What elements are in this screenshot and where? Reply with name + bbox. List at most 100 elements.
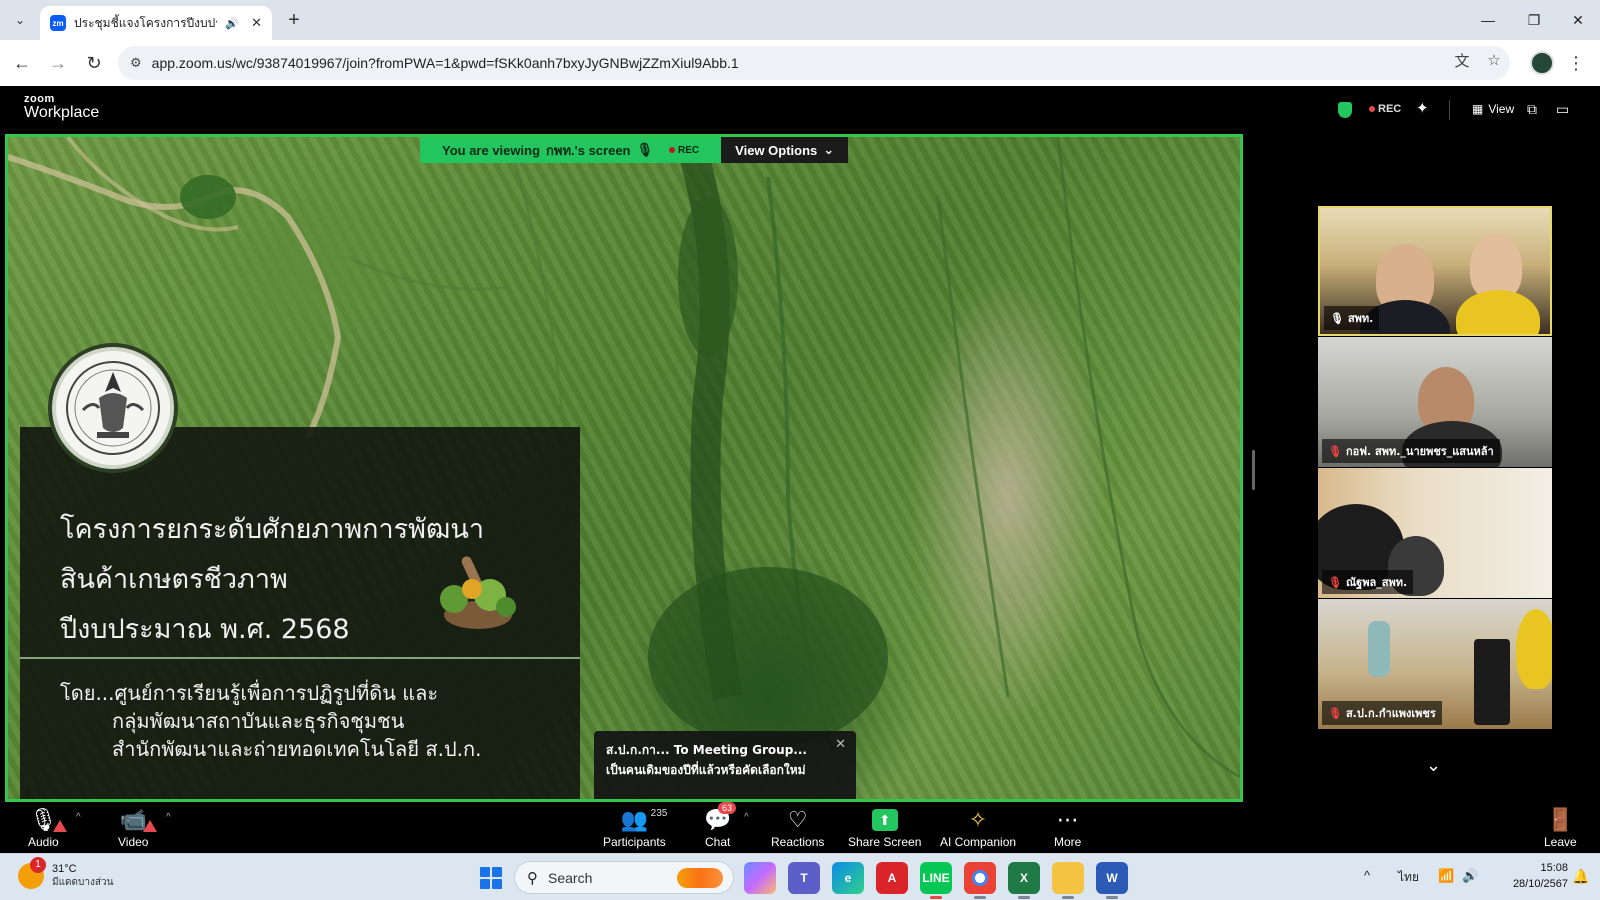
microphone-icon: 🎙: [29, 806, 68, 834]
panel-resize-handle[interactable]: [1252, 450, 1255, 490]
reload-icon[interactable]: ↻: [82, 51, 106, 75]
participants-count: 235: [650, 808, 668, 819]
site-settings-icon[interactable]: ⚙: [130, 55, 142, 71]
recording-indicator[interactable]: REC: [1369, 103, 1401, 115]
more-button[interactable]: ⋯ More: [1054, 806, 1081, 849]
reactions-label: Reactions: [771, 835, 825, 849]
input-language-indicator[interactable]: ไทย: [1398, 868, 1419, 887]
windows-start-icon[interactable]: [480, 867, 502, 889]
restore-icon[interactable]: ❐: [1514, 6, 1554, 34]
rec-dot-icon: [1369, 106, 1375, 113]
chat-notification-close-icon[interactable]: ✕: [835, 737, 846, 752]
chat-options-caret-icon[interactable]: ^: [744, 812, 749, 823]
meeting-toolbar: 🎙 Audio ^ 📹 Video ^ 👥 235 Participants 💬 6…: [0, 802, 1600, 853]
minimize-icon[interactable]: —: [1468, 6, 1508, 34]
participant-name-tag: 🎙 สพท.: [1324, 306, 1380, 330]
slide-title-line-3: ปีงบประมาณ พ.ศ. 2568: [60, 614, 350, 645]
ai-companion-button[interactable]: ✧ AI Companion: [940, 806, 1016, 849]
participant-tile[interactable]: 🎙 สพท.: [1318, 206, 1552, 336]
tab-close-icon[interactable]: ✕: [251, 15, 262, 31]
forward-arrow-icon[interactable]: →: [46, 51, 70, 75]
url-text[interactable]: app.zoom.us/wc/93874019967/join?fromPWA=…: [152, 55, 739, 71]
profile-avatar[interactable]: [1530, 51, 1554, 75]
bookmark-star-icon[interactable]: ☆: [1480, 46, 1508, 74]
tab-title: ประชุมชี้แจงโครงการปีงบประมาณ: [74, 15, 217, 30]
participant-tile[interactable]: 🎙 ณัฐพล_สพท.: [1318, 468, 1552, 598]
security-shield-icon[interactable]: [1338, 102, 1352, 118]
weather-sun-icon: 1: [18, 856, 46, 889]
video-options-caret-icon[interactable]: ^: [166, 812, 171, 823]
meeting-stage: You are viewing กพท.'s screen 🎙 REC View…: [0, 134, 1248, 802]
volume-icon[interactable]: 🔊: [1462, 868, 1478, 884]
audio-button[interactable]: 🎙 Audio: [28, 806, 68, 849]
view-label: View: [1488, 102, 1515, 116]
taskbar-search[interactable]: ⚲ Search: [514, 861, 734, 894]
participant-name-tag: 🎙 ส.ป.ก.กำแพงเพชร: [1322, 701, 1442, 725]
leave-door-icon: 🚪: [1546, 807, 1575, 832]
presenter-mic-icon: 🎙: [636, 142, 654, 157]
fullscreen-icon[interactable]: ▭: [1556, 101, 1569, 118]
audio-options-caret-icon[interactable]: ^: [76, 812, 81, 823]
chat-button[interactable]: 💬 63 Chat: [704, 802, 737, 849]
participants-icon: 👥 235: [620, 807, 668, 832]
edge-app-icon[interactable]: e: [832, 862, 864, 894]
ai-sparkle-icon[interactable]: ✦: [1416, 99, 1429, 117]
tab-search-chevron-icon[interactable]: ⌄: [8, 8, 32, 32]
pop-out-icon[interactable]: ⧉: [1527, 101, 1537, 118]
back-arrow-icon[interactable]: ←: [10, 51, 34, 75]
more-label: More: [1054, 835, 1082, 849]
herb-mortar-illustration: [440, 556, 516, 629]
participant-tile[interactable]: 🎙 กอฟ. สพท._นายพชร_แสนหล้า: [1318, 337, 1552, 467]
video-label: Video: [118, 835, 149, 849]
share-screen-label: Share Screen: [848, 835, 922, 849]
header-divider: [1449, 100, 1450, 120]
file-explorer-app-icon[interactable]: [1052, 862, 1084, 899]
participant-name-tag: 🎙 กอฟ. สพท._นายพชร_แสนหล้า: [1322, 439, 1500, 463]
share-screen-button[interactable]: ⬆ Share Screen: [848, 806, 921, 849]
chat-notification[interactable]: ส.ป.ก.กา... To Meeting Group... เป็นคนเด…: [594, 731, 856, 799]
search-label: Search: [548, 869, 593, 886]
participant-name-tag: 🎙 ณัฐพล_สพท.: [1322, 570, 1414, 594]
participant-name: สพท.: [1347, 312, 1374, 325]
browser-tab-zoom[interactable]: zm ประชุมชี้แจงโครงการปีงบประมาณ 🔊 ✕: [40, 6, 272, 40]
acrobat-app-icon[interactable]: A: [876, 862, 908, 894]
chevron-down-icon: ⌄: [823, 142, 835, 157]
presenter-name: กพท.'s screen: [546, 142, 631, 158]
leave-button[interactable]: 🚪 Leave: [1544, 806, 1577, 849]
translate-icon[interactable]: 文: [1448, 46, 1476, 74]
participant-tile[interactable]: 🎙 ส.ป.ก.กำแพงเพชร: [1318, 599, 1552, 729]
chrome-app-icon[interactable]: [964, 862, 996, 899]
audio-warning-icon: [53, 820, 68, 832]
video-button[interactable]: 📹 Video: [118, 806, 157, 849]
browser-menu-icon[interactable]: ⋮: [1566, 51, 1586, 75]
tab-audio-icon[interactable]: 🔊: [225, 17, 239, 30]
shared-screen[interactable]: You are viewing กพท.'s screen 🎙 REC View…: [5, 134, 1243, 802]
view-options-button[interactable]: View Options ⌄: [721, 137, 849, 163]
close-window-icon[interactable]: ✕: [1558, 6, 1598, 34]
participants-label: Participants: [603, 835, 666, 849]
leave-label: Leave: [1544, 835, 1577, 849]
copilot-app-icon[interactable]: [744, 862, 776, 894]
url-omnibox[interactable]: ⚙ app.zoom.us/wc/93874019967/join?fromPW…: [118, 46, 1510, 80]
zoom-favicon-icon: zm: [50, 15, 66, 31]
share-rec-indicator: REC: [669, 145, 699, 156]
chat-unread-badge: 63: [718, 802, 737, 814]
audio-label: Audio: [28, 835, 59, 849]
excel-app-icon[interactable]: X: [1008, 862, 1040, 899]
gallery-scroll-down-icon[interactable]: ⌄: [1426, 755, 1441, 776]
wifi-icon[interactable]: 📶: [1438, 868, 1454, 884]
reactions-button[interactable]: ♡ Reactions: [771, 806, 824, 849]
word-app-icon[interactable]: W: [1096, 862, 1128, 899]
teams-app-icon[interactable]: T: [788, 862, 820, 894]
view-button[interactable]: ▦ View: [1472, 102, 1514, 116]
weather-widget[interactable]: 1 31°C มีแดดบางส่วน: [18, 856, 113, 889]
rec-label: REC: [1378, 103, 1402, 115]
notification-bell-icon[interactable]: 🔔: [1572, 868, 1589, 885]
line-app-icon[interactable]: LINE: [920, 862, 952, 899]
slide-by-line-3: สำนักพัฒนาและถ่ายทอดเทคโนโลยี ส.ป.ก.: [112, 737, 482, 761]
tray-overflow-chevron-icon[interactable]: ^: [1364, 868, 1370, 883]
participant-video-body: [1516, 609, 1552, 689]
new-tab-icon[interactable]: +: [282, 8, 306, 32]
system-clock[interactable]: 15:08 28/10/2567: [1502, 861, 1568, 893]
participants-button[interactable]: 👥 235 Participants: [603, 806, 668, 849]
